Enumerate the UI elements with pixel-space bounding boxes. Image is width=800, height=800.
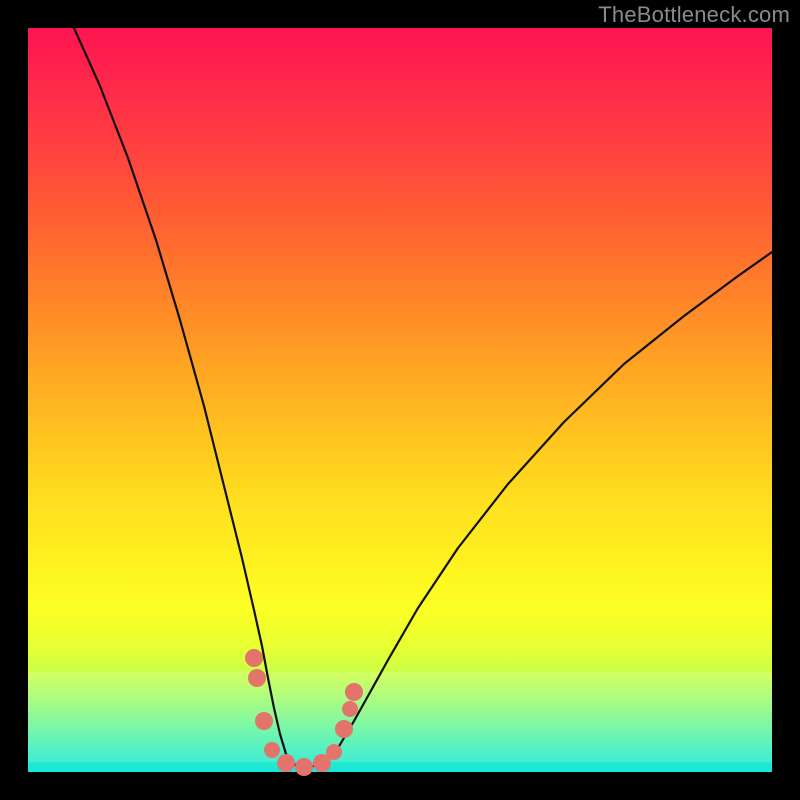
marker-point (295, 758, 313, 776)
marker-point (342, 701, 358, 717)
chart-frame: TheBottleneck.com (0, 0, 800, 800)
marker-point (326, 744, 342, 760)
marker-point (277, 754, 295, 772)
watermark-text: TheBottleneck.com (598, 2, 790, 28)
curve-right-arm (308, 252, 772, 768)
marker-cluster (245, 649, 363, 776)
marker-point (255, 712, 273, 730)
marker-point (248, 669, 266, 687)
marker-point (335, 720, 353, 738)
chart-plot-area (28, 28, 772, 772)
curve-left-arm (74, 28, 308, 768)
marker-point (245, 649, 263, 667)
marker-point (345, 683, 363, 701)
chart-svg (28, 28, 772, 772)
marker-point (264, 742, 280, 758)
